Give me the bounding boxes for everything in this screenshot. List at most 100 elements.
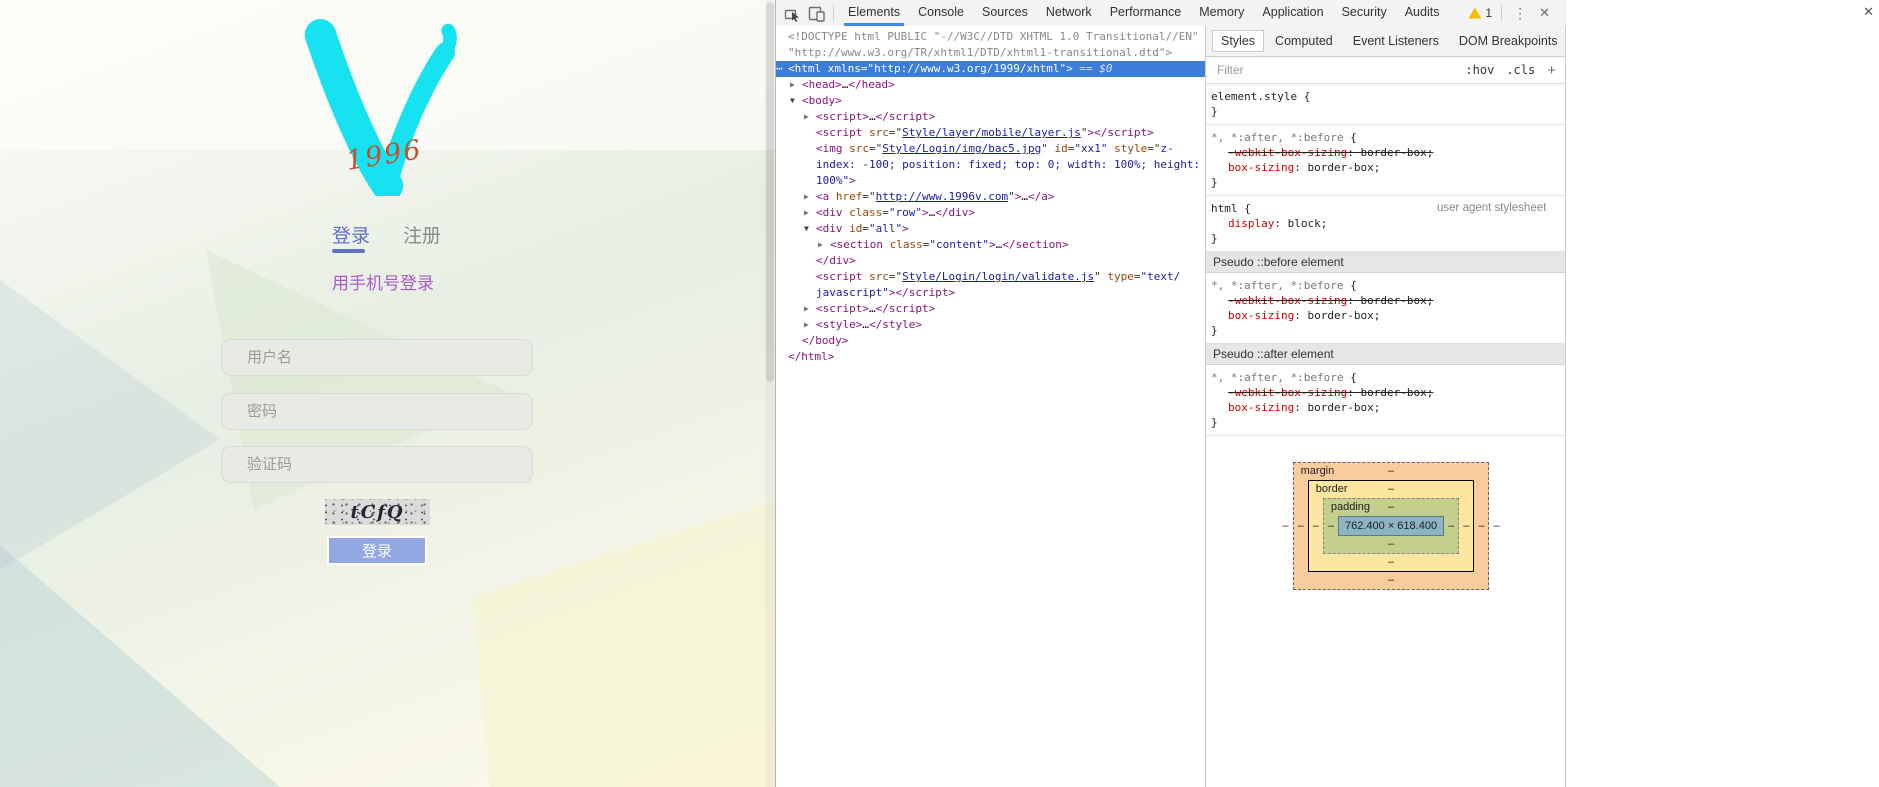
sidebar-tab-computed[interactable]: Computed [1266, 30, 1342, 52]
devtools-close-icon[interactable]: ✕ [1533, 5, 1552, 21]
css-property[interactable]: box-sizing: border-box; [1211, 160, 1565, 175]
expand-arrow-icon[interactable]: ▶ [804, 301, 816, 317]
active-tab-underline [332, 249, 365, 253]
background-polygon [440, 470, 775, 787]
styles-filter-row: :hov .cls + [1206, 57, 1565, 84]
page-scrollbar[interactable] [765, 0, 775, 787]
background-polygon [0, 280, 220, 570]
devtools-body: <!DOCTYPE html PUBLIC "-//W3C//DTD XHTML… [776, 26, 1566, 787]
tree-node[interactable]: javascript"></script> [776, 285, 1205, 301]
style-rule[interactable]: *, *:after, *:before {-webkit-box-sizing… [1206, 273, 1565, 344]
devtools-tab-network[interactable]: Network [1037, 0, 1101, 26]
margin-label: margin [1301, 463, 1335, 480]
devtools-tab-console[interactable]: Console [909, 0, 973, 26]
devtools-menu-icon[interactable]: ⋮ [1507, 5, 1533, 22]
tree-node[interactable]: </body> [776, 333, 1205, 349]
devtools-tab-sources[interactable]: Sources [973, 0, 1037, 26]
toolbar-divider [1501, 5, 1502, 21]
tree-node[interactable]: <!DOCTYPE html PUBLIC "-//W3C//DTD XHTML… [776, 29, 1205, 45]
tree-node-selected[interactable]: ⋯<html xmlns="http://www.w3.org/1999/xht… [776, 61, 1205, 77]
tree-node[interactable]: index: -100; position: fixed; top: 0; wi… [776, 157, 1205, 173]
username-input[interactable] [222, 340, 532, 375]
tree-node[interactable]: ▶<script>…</script> [776, 301, 1205, 317]
toggle-cls-button[interactable]: .cls [1506, 63, 1535, 77]
padding-bottom-value: – [1388, 538, 1394, 550]
toggle-hov-button[interactable]: :hov [1465, 63, 1494, 77]
tab-register[interactable]: 注册 [403, 221, 441, 248]
style-rule[interactable]: *, *:after, *:before {-webkit-box-sizing… [1206, 125, 1565, 196]
captcha-image[interactable]: tCfQ [325, 499, 430, 525]
tree-node[interactable]: <img src="Style/Login/img/bac5.jpg" id="… [776, 141, 1205, 157]
style-rule[interactable]: element.style {} [1206, 84, 1565, 125]
devtools-tab-security[interactable]: Security [1333, 0, 1396, 26]
tree-node[interactable]: 100%"> [776, 173, 1205, 189]
inspect-element-icon[interactable] [780, 1, 804, 25]
styles-rules: element.style {}*, *:after, *:before {-w… [1206, 84, 1565, 436]
console-warning-badge[interactable]: 1 [1468, 6, 1492, 20]
tree-node[interactable]: </div> [776, 253, 1205, 269]
devtools: ElementsConsoleSourcesNetworkPerformance… [775, 0, 1566, 787]
tree-node[interactable]: ▶<head>…</head> [776, 77, 1205, 93]
expand-arrow-icon[interactable]: ▶ [804, 317, 816, 333]
sidebar-tab-styles[interactable]: Styles [1212, 30, 1264, 52]
tree-node[interactable]: ▶<div class="row">…</div> [776, 205, 1205, 221]
border-bottom-value: – [1388, 556, 1394, 568]
expand-arrow-icon[interactable]: ▶ [804, 205, 816, 221]
tab-login[interactable]: 登录 [332, 221, 370, 248]
devtools-tab-memory[interactable]: Memory [1190, 0, 1253, 26]
page-scrollbar-thumb[interactable] [766, 2, 774, 382]
css-property[interactable]: box-sizing: border-box; [1211, 400, 1565, 415]
padding-label: padding [1331, 499, 1370, 516]
devtools-tab-audits[interactable]: Audits [1396, 0, 1449, 26]
style-rule[interactable]: html {user agent stylesheetdisplay: bloc… [1206, 196, 1565, 252]
device-toolbar-icon[interactable] [804, 1, 828, 25]
tree-node[interactable]: "http://www.w3.org/TR/xhtml1/DTD/xhtml1-… [776, 45, 1205, 61]
tree-node[interactable]: ▼<body> [776, 93, 1205, 109]
css-property[interactable]: -webkit-box-sizing: border-box; [1211, 293, 1565, 308]
box-model-border: border – – padding – [1308, 480, 1475, 572]
tree-node[interactable]: ▶<style>…</style> [776, 317, 1205, 333]
styles-filter-input[interactable] [1215, 62, 1453, 78]
style-rule[interactable]: *, *:after, *:before {-webkit-box-sizing… [1206, 365, 1565, 436]
sidebar-tabs: StylesComputedEvent ListenersDOM Breakpo… [1206, 26, 1565, 57]
box-model[interactable]: – margin – – border – [1279, 462, 1493, 590]
tree-node[interactable]: ▶<section class="content">…</section> [776, 237, 1205, 253]
position-left-value: – [1279, 520, 1293, 532]
auth-tabs: 登录 注册 [332, 221, 441, 248]
devtools-tab-performance[interactable]: Performance [1101, 0, 1191, 26]
tree-node[interactable]: </html> [776, 349, 1205, 365]
tree-node[interactable]: <script src="Style/layer/mobile/layer.js… [776, 125, 1205, 141]
sidebar-tab-event-listeners[interactable]: Event Listeners [1344, 30, 1448, 52]
css-property[interactable]: -webkit-box-sizing: border-box; [1211, 145, 1565, 160]
sidebar-tab-dom-breakpoints[interactable]: DOM Breakpoints [1450, 30, 1566, 52]
username-field-wrap [221, 339, 533, 376]
screen: 1996 登录 注册 用手机号登录 tCfQ 登录 [0, 0, 1879, 787]
expand-arrow-icon[interactable]: ▶ [818, 237, 830, 253]
border-left-value: – [1309, 520, 1323, 532]
expand-arrow-icon[interactable]: ▶ [804, 189, 816, 205]
collapse-arrow-icon[interactable]: ▼ [790, 93, 802, 109]
warning-count: 1 [1485, 6, 1492, 20]
captcha-input[interactable] [222, 447, 532, 482]
toolbar-right: 1 ⋮ ✕ [1468, 5, 1552, 22]
tree-node[interactable]: <script src="Style/Login/login/validate.… [776, 269, 1205, 285]
devtools-tab-elements[interactable]: Elements [839, 0, 909, 26]
styles-sidebar: StylesComputedEvent ListenersDOM Breakpo… [1206, 26, 1566, 787]
password-input[interactable] [222, 394, 532, 429]
expand-arrow-icon[interactable]: ▶ [804, 109, 816, 125]
new-style-rule-button[interactable]: + [1547, 62, 1556, 79]
window-close-icon[interactable]: ✕ [1863, 4, 1874, 20]
position-right-value: – [1489, 520, 1503, 532]
expand-arrow-icon[interactable]: ▶ [790, 77, 802, 93]
css-property[interactable]: display: block; [1211, 216, 1565, 231]
css-property[interactable]: box-sizing: border-box; [1211, 308, 1565, 323]
devtools-tab-application[interactable]: Application [1253, 0, 1332, 26]
css-property[interactable]: -webkit-box-sizing: border-box; [1211, 385, 1565, 400]
tree-node[interactable]: ▼<div id="all"> [776, 221, 1205, 237]
tree-node[interactable]: ▶<a href="http://www.1996v.com">…</a> [776, 189, 1205, 205]
styles-section-header: Pseudo ::before element [1206, 252, 1565, 273]
login-button[interactable]: 登录 [327, 536, 427, 565]
tree-node[interactable]: ▶<script>…</script> [776, 109, 1205, 125]
collapse-arrow-icon[interactable]: ▼ [804, 221, 816, 237]
phone-login-link[interactable]: 用手机号登录 [332, 269, 434, 294]
